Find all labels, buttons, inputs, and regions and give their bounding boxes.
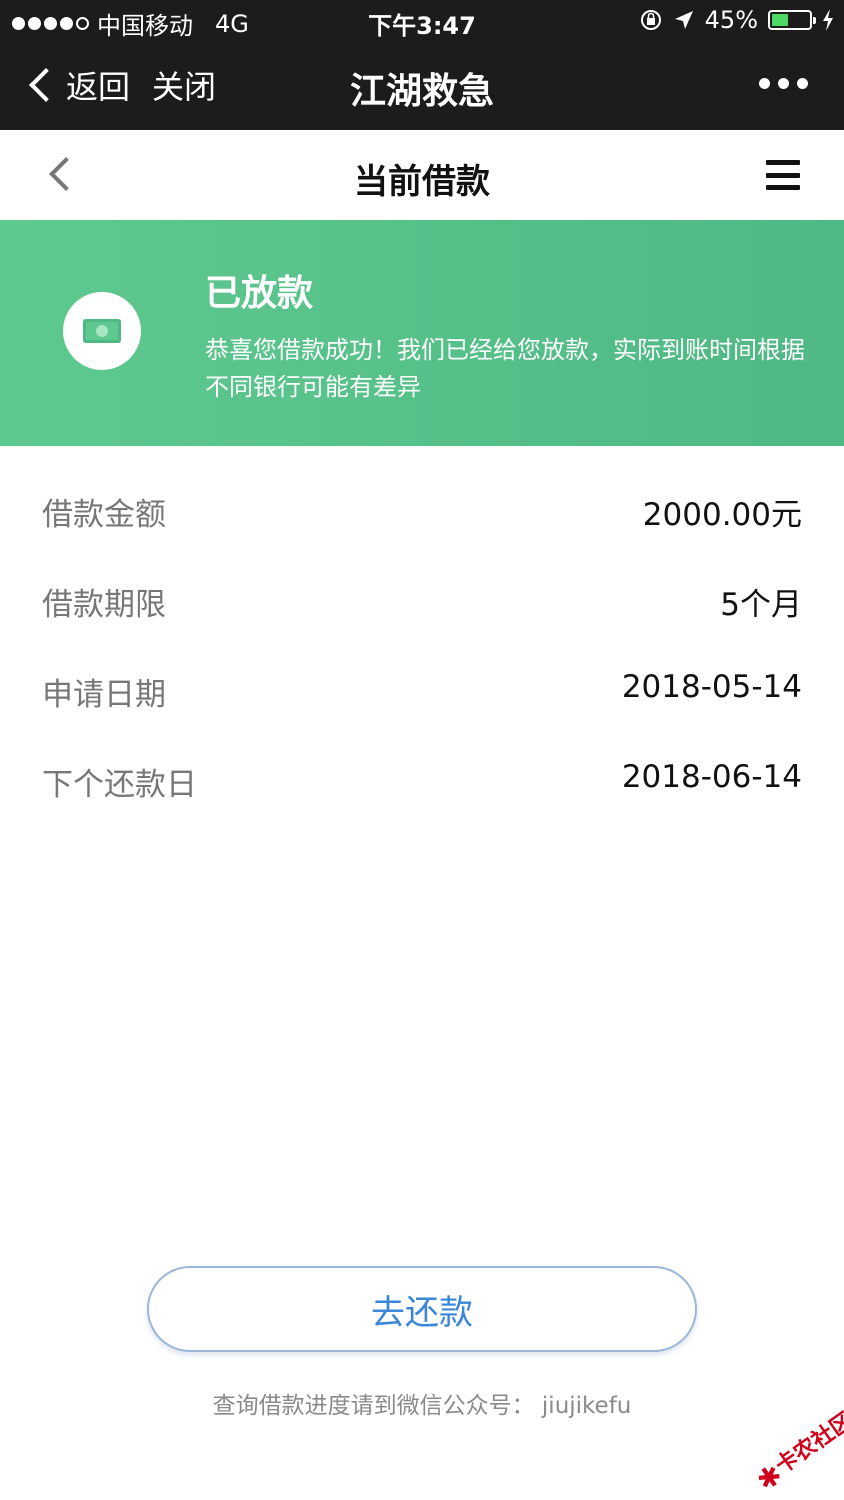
battery-percent: 45% xyxy=(704,6,758,34)
battery-level xyxy=(772,14,789,26)
info-label: 申请日期 xyxy=(42,677,166,713)
watermark-text: 卡农社区 xyxy=(771,1408,844,1480)
info-row-amount: 借款金额 2000.00元 xyxy=(0,467,844,557)
loan-status: 已放款 xyxy=(205,273,314,314)
loan-status-banner: 已放款 恭喜您借款成功！我们已经给您放款，实际到账时间根据不同银行可能有差异 xyxy=(0,220,844,446)
charging-bolt-icon xyxy=(823,9,833,31)
status-bar: 中国移动 4G 下午3:47 45% xyxy=(0,0,844,42)
wechat-title: 江湖救急 xyxy=(349,71,494,112)
loan-info-list: 借款金额 2000.00元 借款期限 5个月 申请日期 2018-05-14 下… xyxy=(0,467,844,827)
info-value: 2018-05-14 xyxy=(621,669,802,705)
wechat-header: 返回 关闭 江湖救急 xyxy=(0,42,844,130)
footer-note: 查询借款进度请到微信公众号： jiujikefu xyxy=(212,1393,632,1419)
info-label: 借款期限 xyxy=(42,587,166,623)
info-row-apply-date: 申请日期 2018-05-14 xyxy=(0,647,844,737)
repay-button[interactable]: 去还款 xyxy=(147,1266,697,1352)
loan-status-message: 恭喜您借款成功！我们已经给您放款，实际到账时间根据不同银行可能有差异 xyxy=(205,336,805,401)
info-value: 2018-06-14 xyxy=(621,759,802,795)
menu-icon[interactable] xyxy=(766,160,800,190)
location-icon xyxy=(674,11,693,29)
info-value: 5个月 xyxy=(720,587,802,623)
rotation-lock-icon xyxy=(640,10,661,30)
info-label: 借款金额 xyxy=(42,497,166,533)
info-row-term: 借款期限 5个月 xyxy=(0,557,844,647)
status-right: 45% xyxy=(639,6,834,34)
info-label: 下个还款日 xyxy=(42,767,197,803)
info-value: 2000.00元 xyxy=(642,497,802,533)
info-row-next-repay: 下个还款日 2018-06-14 xyxy=(0,737,844,827)
page-header: 当前借款 xyxy=(0,130,844,220)
battery-icon xyxy=(768,10,816,30)
page-title: 当前借款 xyxy=(354,162,490,202)
more-options-icon[interactable] xyxy=(759,78,808,89)
banknote-icon xyxy=(63,292,141,370)
